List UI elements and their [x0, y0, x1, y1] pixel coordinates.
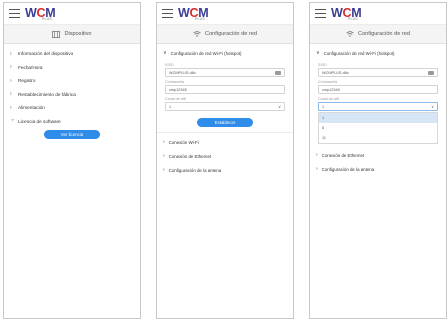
chevron-right-icon: › [10, 77, 12, 84]
section-wifi-connection[interactable]: › Conexión Wi-Fi [157, 135, 293, 149]
menu-item-power[interactable]: › Alimentación [4, 101, 140, 115]
field-action-icon[interactable] [428, 71, 434, 75]
chevron-down-icon: › [9, 119, 15, 121]
channel-option[interactable]: 1 [319, 113, 437, 123]
top-bar: WCM PLUS [157, 3, 293, 25]
chevron-down-icon: ∨ [431, 104, 434, 109]
section-antenna[interactable]: › Configuración de la antena [157, 163, 293, 177]
page-title-bar: Configuración de red [310, 25, 446, 44]
hamburger-menu-icon[interactable] [162, 9, 173, 18]
section-wifi-hotspot[interactable]: ∨ Configuración de red Wi-Fi (hotspot) [157, 46, 293, 60]
password-field[interactable]: cmp12345 [318, 85, 438, 94]
page-title: Dispositivo [64, 31, 92, 37]
field-action-icon[interactable] [275, 71, 281, 75]
network-config-panel: WCM PLUS Configuración de red ∨ Configura… [156, 2, 294, 319]
menu-item-factory-reset[interactable]: › Restablecimiento de fábrica [4, 88, 140, 102]
wifi-icon [193, 31, 201, 37]
hamburger-menu-icon[interactable] [315, 9, 326, 18]
chevron-right-icon: › [163, 167, 165, 173]
menu-item-log[interactable]: › Registro [4, 74, 140, 88]
chevron-right-icon: › [10, 91, 12, 98]
set-button[interactable]: Establecer [197, 118, 253, 127]
channel-option[interactable]: 11 [319, 133, 437, 143]
chevron-right-icon: › [316, 166, 318, 172]
page-title: Configuración de red [358, 31, 410, 37]
hotspot-form: SSID WCMPLUS-d8c Contraseña cmp12345 Can… [157, 63, 293, 111]
hamburger-menu-icon[interactable] [9, 9, 20, 18]
wifi-icon [346, 31, 354, 37]
channel-option[interactable]: 6 [319, 123, 437, 133]
section-ethernet[interactable]: › Conexión de Ethernet [157, 149, 293, 163]
wcm-logo: WCM PLUS [25, 6, 56, 21]
network-config-panel-dropdown-open: WCM PLUS Configuración de red ∨ Configura… [309, 2, 447, 319]
hotspot-form: SSID WCMPLUS-d8c Contraseña cmp12345 Can… [310, 63, 446, 111]
chevron-right-icon: › [163, 153, 165, 159]
menu-item-date-time[interactable]: › Fecha/Hora [4, 61, 140, 75]
chevron-right-icon: › [163, 139, 165, 145]
page-title: Configuración de red [205, 31, 257, 37]
chevron-down-icon: ∨ [163, 50, 167, 56]
chevron-right-icon: › [10, 104, 12, 111]
channel-select[interactable]: 1 ∨ [318, 102, 438, 111]
chevron-down-icon: ∨ [316, 50, 320, 56]
page-title-bar: Configuración de red [157, 25, 293, 44]
device-panel: WCM PLUS Dispositivo › Información del di… [3, 2, 141, 319]
ssid-field[interactable]: WCMPLUS-d8c [165, 68, 285, 77]
page-title-bar: Dispositivo [4, 25, 140, 44]
section-ethernet[interactable]: › Conexión de Ethernet [310, 148, 446, 162]
divider [157, 132, 293, 133]
device-icon [52, 30, 61, 38]
chevron-right-icon: › [10, 50, 12, 57]
wcm-logo: WCM PLUS [331, 6, 362, 21]
chevron-down-icon: ∨ [278, 104, 281, 109]
password-field[interactable]: cmp12345 [165, 85, 285, 94]
chevron-right-icon: › [316, 152, 318, 158]
channel-select[interactable]: 1 ∨ [165, 102, 285, 111]
ssid-field[interactable]: WCMPLUS-d8c [318, 68, 438, 77]
section-wifi-hotspot[interactable]: ∨ Configuración de red Wi-Fi (hotspot) [310, 46, 446, 60]
menu-item-device-info[interactable]: › Información del dispositivo [4, 47, 140, 61]
view-license-button[interactable]: Ver licencia [44, 130, 100, 139]
top-bar: WCM PLUS [310, 3, 446, 25]
chevron-right-icon: › [10, 64, 12, 71]
top-bar: WCM PLUS [4, 3, 140, 25]
menu-item-software-license[interactable]: › Licencia de software [4, 115, 140, 129]
section-antenna[interactable]: › Configuración de la antena [310, 162, 446, 176]
wcm-logo: WCM PLUS [178, 6, 209, 21]
channel-dropdown-list: 1 6 11 [318, 112, 438, 144]
